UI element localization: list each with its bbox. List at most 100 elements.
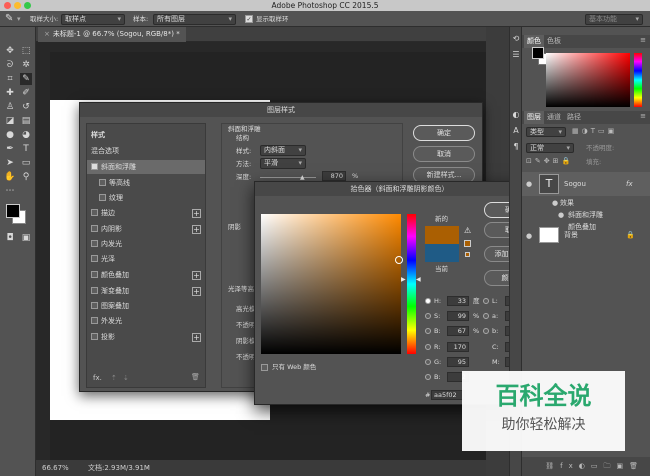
add-effect-icon[interactable]: + [192,209,201,218]
color-panel-field[interactable] [546,53,630,107]
foreground-color-swatch[interactable] [6,204,20,218]
close-window-button[interactable] [4,2,11,9]
layer-filter-icons[interactable]: ▦◑T▭▣ [572,127,617,135]
style-item[interactable]: 投影 + [87,330,205,344]
stamp-tool-icon[interactable]: ♙ [4,101,16,113]
channel-radio[interactable] [483,328,489,334]
adjustments-panel-icon[interactable]: ◐ [510,109,522,121]
history-panel-icon[interactable]: ⟲ [510,33,522,45]
channel-radio[interactable] [483,298,489,304]
crop-tool-icon[interactable]: ⌗ [4,73,16,85]
tab-layers[interactable]: 图层 [524,111,544,124]
workspace-select[interactable]: 基本功能 [585,14,643,25]
minimize-window-button[interactable] [14,2,21,9]
channel-radio[interactable] [425,298,431,304]
eraser-tool-icon[interactable]: ◪ [4,115,16,127]
style-item-checkbox[interactable] [91,287,98,294]
move-tool-icon[interactable]: ✥ [4,45,16,57]
marquee-tool-icon[interactable]: ⬚ [20,45,32,57]
pen-tool-icon[interactable]: ✒ [4,143,16,155]
blend-mode-select[interactable]: 正常 [526,143,574,153]
hex-input[interactable]: aa5f02 [431,390,465,400]
background-layer-row[interactable]: ● 背景 🔒 [522,227,650,245]
hue-right-arrow-icon[interactable]: ◀ [416,276,421,283]
move-up-icon[interactable]: ⇡ [111,374,117,382]
style-item-checkbox[interactable] [99,179,106,186]
blur-tool-icon[interactable]: ● [4,129,16,141]
dodge-tool-icon[interactable]: ◕ [20,129,32,141]
style-item[interactable]: 内阴影 + [87,222,205,236]
quick-select-tool-icon[interactable]: ✲ [20,59,32,71]
layer-filter-select[interactable]: 类型 [526,127,566,137]
hue-slider[interactable] [407,214,416,354]
style-item[interactable]: 等高线 [87,176,205,190]
lasso-tool-icon[interactable]: ᘐ [4,59,16,71]
hue-left-arrow-icon[interactable]: ▶ [401,276,406,283]
channel-value-input[interactable]: 33 [447,296,469,306]
style-item[interactable]: 纹理 [87,191,205,205]
add-effect-icon[interactable]: + [192,225,201,234]
color-field-cursor[interactable] [395,256,403,264]
style-item-checkbox[interactable] [91,163,98,170]
paragraph-panel-icon[interactable]: ¶ [510,141,522,153]
channel-radio[interactable] [425,328,431,334]
style-item[interactable]: 光泽 [87,252,205,266]
style-item-checkbox[interactable] [91,225,98,232]
style-item-checkbox[interactable] [91,240,98,247]
style-item-checkbox[interactable] [91,302,98,309]
style-item-checkbox[interactable] [91,255,98,262]
move-down-icon[interactable]: ⇣ [123,374,129,382]
style-item-checkbox[interactable] [99,194,106,201]
visibility-eye-icon[interactable]: ● [558,209,564,221]
eyedropper-tool-icon[interactable]: ✎ [20,73,32,85]
style-item-checkbox[interactable] [91,333,98,340]
shape-tool-icon[interactable]: ▭ [20,157,32,169]
color-field[interactable] [261,214,401,354]
zoom-window-button[interactable] [24,2,31,9]
character-panel-icon[interactable]: A [510,125,522,137]
web-safe-cube-icon[interactable] [464,240,471,247]
color-panel-hue[interactable] [634,53,642,107]
layer-style-ok-button[interactable]: 确定 [413,125,475,141]
add-effect-icon[interactable]: + [192,333,201,342]
color-panel-menu-icon[interactable]: ≡ [640,36,646,44]
layer-name[interactable]: Sogou [564,178,586,190]
sample-select[interactable]: 所有图层 [153,14,236,25]
gradient-tool-icon[interactable]: ▤ [20,115,32,127]
channel-radio[interactable] [425,374,431,380]
color-panel-fg-swatch[interactable] [532,47,544,59]
status-arrow-icon[interactable]: › [146,460,149,476]
channel-radio[interactable] [425,313,431,319]
add-effect-icon[interactable]: + [192,287,201,296]
tab-paths[interactable]: 路径 [564,111,584,124]
channel-value-input[interactable]: 170 [447,342,469,352]
properties-panel-icon[interactable]: ☰ [510,49,522,61]
out-of-gamut-warning-icon[interactable]: ⚠ [464,226,471,235]
document-tab[interactable]: × 未标题-1 @ 66.7% (Sogou, RGB/8*) * [38,27,186,42]
fx-icon[interactable]: fx [626,178,633,190]
tab-channels[interactable]: 通道 [544,111,564,124]
lock-icons[interactable]: ⊡✎✥⊞🔒 [526,157,573,165]
web-safe-swatch[interactable] [465,252,470,257]
visibility-eye-icon[interactable]: ● [526,178,532,190]
style-item[interactable]: 描边 + [87,206,205,220]
layer-row[interactable]: ● T Sogou fx [522,172,650,196]
add-effect-icon[interactable]: + [192,271,201,280]
fx-menu-button[interactable]: fx. [93,374,102,382]
hand-tool-icon[interactable]: ✋ [4,171,16,183]
style-item[interactable]: 颜色叠加 + [87,268,205,282]
screen-mode-icon[interactable]: ▣ [20,232,32,244]
tab-swatches[interactable]: 色板 [544,35,564,48]
current-color-swatch[interactable] [425,244,459,262]
show-ring-checkbox[interactable]: ✓ [245,15,253,23]
bevel-style-select[interactable]: 内斜面 [260,145,306,156]
channel-value-input[interactable]: 67 [447,326,469,336]
zoom-level[interactable]: 66.67% [42,460,69,476]
preset-dropdown-icon[interactable]: ▾ [17,15,21,23]
eyedropper-icon[interactable]: ✎ [5,13,13,24]
type-tool-icon[interactable]: T [20,143,32,155]
close-tab-icon[interactable]: × [44,30,50,38]
style-item-checkbox[interactable] [91,317,98,324]
depth-slider[interactable] [260,177,316,178]
web-only-checkbox[interactable] [261,364,268,371]
